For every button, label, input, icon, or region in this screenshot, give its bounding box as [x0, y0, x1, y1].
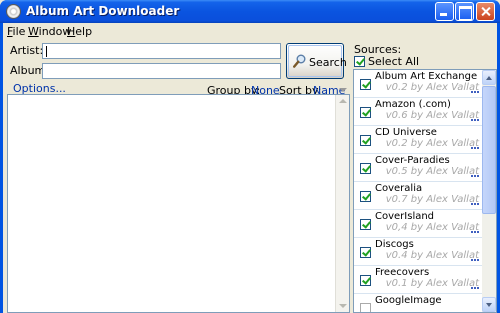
source-item[interactable]: Amazon (.com) v0.6 by Alex Vallat — [354, 98, 482, 126]
menu-bar: File Window Help — [3, 23, 497, 41]
source-version: v0,4 by Alex Vallat — [385, 222, 479, 233]
menu-help[interactable]: Help — [67, 25, 92, 38]
select-all-label: Select All — [368, 55, 420, 68]
source-name: GoogleImage — [375, 295, 442, 306]
source-item[interactable]: Freecovers v0.1 by Alex Vallat — [354, 266, 482, 294]
source-name: Coveralia — [375, 183, 423, 194]
source-name: Album Art Exchange — [375, 71, 478, 82]
source-checkbox[interactable] — [360, 303, 371, 312]
source-item[interactable]: GoogleImage — [354, 294, 482, 312]
source-options-link[interactable] — [471, 175, 479, 178]
source-options-link[interactable] — [471, 287, 479, 290]
minimize-button[interactable] — [435, 2, 454, 21]
source-item[interactable]: CD Universe v0.2 by Alex Vallat — [354, 126, 482, 154]
close-button[interactable] — [476, 2, 495, 21]
source-checkbox[interactable] — [360, 107, 371, 118]
source-name: Cover-Paradies — [375, 155, 450, 166]
menu-file[interactable]: File — [7, 25, 25, 38]
scroll-up-icon[interactable] — [339, 99, 347, 103]
sources-list: Album Art Exchange v0.2 by Alex Vallat A… — [353, 69, 497, 313]
window-title: Album Art Downloader — [26, 4, 180, 18]
source-item[interactable]: CoverIsland v0,4 by Alex Vallat — [354, 210, 482, 238]
maximize-button[interactable] — [455, 2, 474, 21]
source-options-link[interactable] — [471, 203, 479, 206]
sort-direction-icon[interactable] — [339, 88, 347, 92]
source-name: CD Universe — [375, 127, 437, 138]
app-window: Album Art Downloader File Window Help Ar… — [0, 0, 500, 313]
source-version: v0.2 by Alex Vallat — [385, 138, 479, 149]
cd-disc-icon[interactable] — [6, 4, 21, 19]
artist-input[interactable] — [42, 43, 281, 59]
results-panel[interactable] — [7, 94, 350, 313]
source-options-link[interactable] — [471, 119, 479, 122]
source-name: Freecovers — [375, 267, 430, 278]
source-checkbox[interactable] — [360, 191, 371, 202]
source-options-link[interactable] — [471, 259, 479, 262]
album-input[interactable] — [42, 63, 281, 79]
source-checkbox[interactable] — [360, 275, 371, 286]
client-area: File Window Help Artist: Album: Search S… — [3, 23, 497, 313]
source-version: v0.4 by Alex Vallat — [385, 250, 479, 261]
source-name: Amazon (.com) — [375, 99, 451, 110]
menu-window[interactable]: Window — [28, 25, 71, 38]
source-checkbox[interactable] — [360, 163, 371, 174]
source-item[interactable]: Coveralia v0.7 by Alex Vallat — [354, 182, 482, 210]
source-checkbox[interactable] — [360, 247, 371, 258]
results-scrollbar[interactable] — [335, 95, 349, 312]
search-button-label: Search — [309, 56, 347, 69]
source-version: v0.1 by Alex Vallat — [385, 278, 479, 289]
text-caret — [46, 46, 47, 57]
scroll-thumb[interactable] — [482, 86, 496, 214]
scroll-down-button[interactable] — [482, 297, 496, 312]
source-version: v0.2 by Alex Vallat — [385, 82, 479, 93]
source-checkbox[interactable] — [360, 219, 371, 230]
source-version: v0.7 by Alex Vallat — [385, 194, 479, 205]
source-version: v0.6 by Alex Vallat — [385, 110, 479, 121]
source-checkbox[interactable] — [360, 79, 371, 90]
source-item[interactable]: Discogs v0.4 by Alex Vallat — [354, 238, 482, 266]
scroll-up-button[interactable] — [482, 70, 496, 85]
checkbox-checked-icon — [354, 56, 365, 67]
scroll-down-icon[interactable] — [339, 304, 347, 308]
source-item[interactable]: Album Art Exchange v0.2 by Alex Vallat — [354, 70, 482, 98]
title-bar[interactable]: Album Art Downloader — [0, 0, 500, 23]
source-item[interactable]: Cover-Paradies v0.5 by Alex Vallat — [354, 154, 482, 182]
source-checkbox[interactable] — [360, 135, 371, 146]
sources-scrollbar[interactable] — [482, 70, 496, 312]
source-options-link[interactable] — [471, 231, 479, 234]
source-name: Discogs — [375, 239, 414, 250]
artist-label: Artist: — [10, 44, 44, 57]
source-options-link[interactable] — [471, 147, 479, 150]
source-name: CoverIsland — [375, 211, 435, 222]
magnifier-icon — [293, 54, 306, 68]
search-button[interactable]: Search — [286, 43, 347, 79]
source-options-link[interactable] — [471, 91, 479, 94]
source-version: v0.5 by Alex Vallat — [385, 166, 479, 177]
